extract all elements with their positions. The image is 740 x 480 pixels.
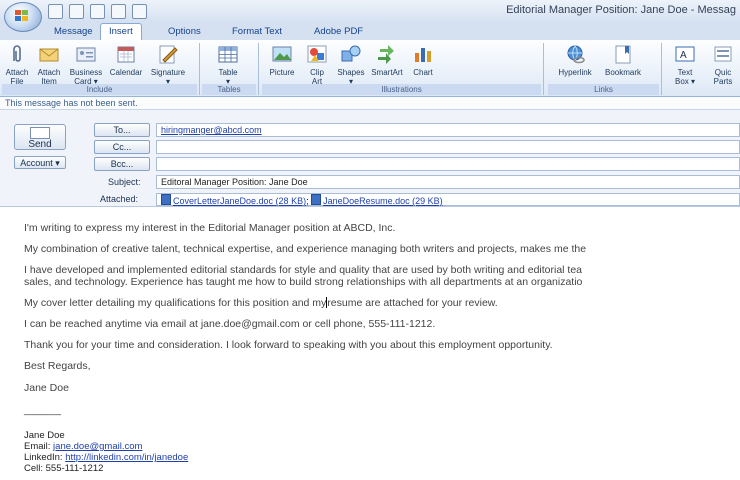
group-label-include: Include bbox=[2, 84, 197, 95]
to-field[interactable]: hiringmanger@abcd.com bbox=[156, 123, 740, 137]
bcc-field[interactable] bbox=[156, 157, 740, 171]
tab-message[interactable]: Message bbox=[46, 24, 101, 39]
paperclip-icon bbox=[13, 45, 21, 62]
svg-text:A: A bbox=[680, 50, 687, 61]
table-icon bbox=[218, 46, 238, 63]
signature-email: Email: jane.doe@gmail.com bbox=[24, 441, 143, 452]
body-paragraph-4: My cover letter detailing my qualificati… bbox=[24, 297, 498, 309]
closing: Best Regards, bbox=[24, 360, 91, 372]
unsent-infobar: This message has not been sent. bbox=[0, 97, 740, 110]
save-icon[interactable] bbox=[48, 4, 63, 19]
tab-format-text[interactable]: Format Text bbox=[224, 24, 290, 39]
group-separator bbox=[199, 43, 200, 95]
quick-access-toolbar bbox=[48, 4, 147, 19]
envelope-icon bbox=[39, 48, 59, 62]
bookmark-icon bbox=[615, 45, 631, 64]
subject-field[interactable]: Editoral Manager Position: Jane Doe bbox=[156, 175, 740, 189]
cc-field[interactable] bbox=[156, 140, 740, 154]
attached-label: Attached: bbox=[100, 194, 139, 204]
signature-rule: _______ bbox=[24, 405, 61, 416]
attachments-field: CoverLetterJaneDoe.doc (28 KB); JaneDoeR… bbox=[156, 193, 740, 206]
hyperlink-icon bbox=[567, 45, 585, 64]
cc-button[interactable]: Cc... bbox=[94, 140, 150, 154]
send-envelope-icon bbox=[30, 127, 50, 139]
ribbon-tabs: Message Insert Options Format Text Adobe… bbox=[0, 22, 740, 41]
body-paragraph-1: I'm writing to express my interest in th… bbox=[24, 222, 396, 234]
email-link[interactable]: jane.doe@gmail.com bbox=[53, 441, 142, 452]
attachment-resume[interactable]: JaneDoeResume.doc (29 KB) bbox=[323, 196, 443, 206]
hyperlink-button[interactable]: Hyperlink bbox=[552, 42, 598, 77]
ribbon: Attach File Attach Item Business Card ▾ Cal… bbox=[0, 40, 740, 97]
bcc-button[interactable]: Bcc... bbox=[94, 157, 150, 171]
quick-parts-icon bbox=[714, 46, 732, 62]
office-button[interactable] bbox=[4, 2, 42, 32]
signature-name: Jane Doe bbox=[24, 430, 65, 441]
group-label-illustrations: Illustrations bbox=[262, 84, 541, 95]
attach-file-button[interactable]: Attach File bbox=[0, 42, 34, 86]
signature-cell: Cell: 555-111-1212 bbox=[24, 463, 104, 474]
attachment-separator: ; bbox=[306, 196, 309, 206]
to-recipient[interactable]: hiringmanger@abcd.com bbox=[161, 125, 262, 135]
linkedin-link[interactable]: http://linkedin.com/in/janedoe bbox=[65, 452, 188, 463]
tab-adobe-pdf[interactable]: Adobe PDF bbox=[306, 24, 371, 39]
group-label-tables: Tables bbox=[202, 84, 256, 95]
tab-options[interactable]: Options bbox=[160, 24, 209, 39]
quick-parts-button[interactable]: Quic Parts bbox=[706, 42, 740, 86]
chart-button[interactable]: Chart bbox=[406, 42, 440, 77]
attach-item-button[interactable]: Attach Item bbox=[32, 42, 66, 86]
shapes-button[interactable]: Shapes ▾ bbox=[334, 42, 368, 86]
picture-icon bbox=[272, 46, 292, 62]
signature-linkedin: LinkedIn: http://linkedin.com/in/janedoe bbox=[24, 452, 189, 463]
calendar-button[interactable]: Calendar bbox=[106, 42, 146, 77]
business-card-button[interactable]: Business Card ▾ bbox=[66, 42, 106, 86]
window-title: Editorial Manager Position: Jane Doe - M… bbox=[506, 4, 736, 16]
body-paragraph-5: I can be reached anytime via email at ja… bbox=[24, 318, 436, 330]
redo-icon[interactable] bbox=[90, 4, 105, 19]
arrow-up-icon[interactable] bbox=[111, 4, 126, 19]
arrow-down-icon[interactable] bbox=[132, 4, 147, 19]
group-separator bbox=[661, 43, 662, 95]
smartart-icon bbox=[378, 45, 394, 64]
shapes-icon bbox=[341, 45, 361, 62]
to-button[interactable]: To... bbox=[94, 123, 150, 137]
send-button[interactable]: Send bbox=[14, 124, 66, 150]
body-paragraph-6: Thank you for your time and consideratio… bbox=[24, 339, 553, 351]
chart-icon bbox=[415, 48, 431, 62]
subject-label: Subject: bbox=[108, 177, 141, 187]
group-separator bbox=[543, 43, 544, 95]
calendar-icon bbox=[117, 46, 135, 63]
undo-icon[interactable] bbox=[69, 4, 84, 19]
signature-button[interactable]: Signature ▾ bbox=[146, 42, 190, 86]
text-box-button[interactable]: A Text Box ▾ bbox=[668, 42, 702, 86]
attachment-cover-letter[interactable]: CoverLetterJaneDoe.doc (28 KB) bbox=[173, 196, 306, 206]
tab-insert[interactable]: Insert bbox=[100, 23, 142, 41]
signature-icon bbox=[159, 45, 178, 64]
office-logo-icon bbox=[15, 10, 28, 21]
group-label-links: Links bbox=[548, 84, 659, 95]
smartart-button[interactable]: SmartArt bbox=[366, 42, 408, 77]
business-card-icon bbox=[76, 47, 96, 62]
body-paragraph-3b: sales, and technology. Experience has ta… bbox=[24, 276, 583, 288]
word-doc-icon bbox=[311, 194, 322, 205]
bookmark-button[interactable]: Bookmark bbox=[600, 42, 646, 77]
clip-art-button[interactable]: Clip Art bbox=[300, 42, 334, 86]
picture-button[interactable]: Picture bbox=[262, 42, 302, 77]
message-body[interactable]: I'm writing to express my interest in th… bbox=[0, 207, 740, 480]
account-button[interactable]: Account ▾ bbox=[14, 156, 66, 169]
text-box-icon: A bbox=[675, 46, 695, 62]
group-separator bbox=[258, 43, 259, 95]
table-button[interactable]: Table ▾ bbox=[202, 42, 254, 86]
title-bar: Editorial Manager Position: Jane Doe - M… bbox=[0, 0, 740, 22]
clip-art-icon bbox=[307, 45, 327, 63]
word-doc-icon bbox=[161, 194, 171, 205]
body-paragraph-2: My combination of creative talent, techn… bbox=[24, 243, 587, 255]
sender-name: Jane Doe bbox=[24, 382, 69, 394]
